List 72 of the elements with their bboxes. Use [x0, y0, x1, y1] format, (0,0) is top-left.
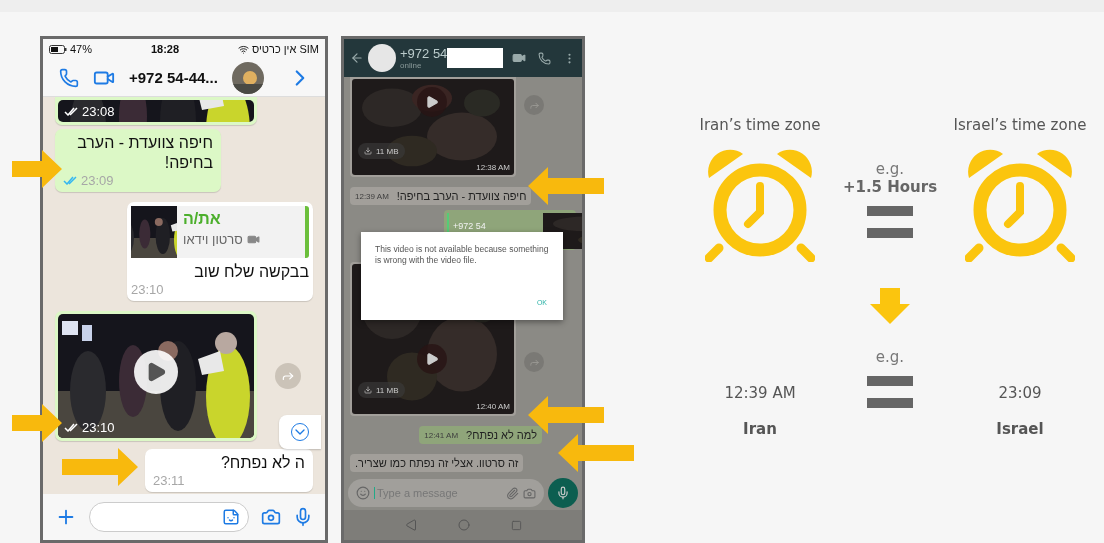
- contact-avatar: [368, 44, 396, 72]
- message-text: ה לא נפתח?: [219, 453, 305, 473]
- equals-icon: [867, 376, 913, 408]
- play-icon: [425, 352, 439, 366]
- call-button[interactable]: [538, 51, 551, 65]
- arrow-icon: [12, 150, 62, 188]
- time-value: 23:09: [998, 384, 1042, 402]
- arrow-icon: [558, 434, 634, 472]
- example-text: e.g.: [875, 160, 905, 178]
- example-text: e.g.: [875, 348, 905, 366]
- message-time: 12:39 AM: [355, 191, 389, 201]
- scroll-down-button[interactable]: [279, 415, 321, 449]
- message-time: 23:09: [81, 173, 114, 188]
- read-ticks-icon: [64, 423, 80, 432]
- quote-author: +972 54: [453, 221, 486, 231]
- arrow-icon: [12, 404, 62, 442]
- download-button[interactable]: 11 MB: [358, 143, 405, 159]
- message-text: זה סרטוו. אצלי זה נפתח כמו שצריר.: [355, 457, 519, 469]
- message-time: 12:40 AM: [476, 402, 510, 411]
- camera-button[interactable]: [261, 507, 281, 527]
- video-call-button[interactable]: [512, 51, 526, 65]
- country-name: Iran: [743, 420, 777, 438]
- quote-text: סרטון וידאו: [183, 232, 243, 247]
- carrier-text: אין כרטיס SIM: [252, 43, 319, 55]
- camera-button[interactable]: [523, 486, 536, 500]
- download-icon: [364, 147, 372, 155]
- microphone-button[interactable]: [293, 507, 313, 527]
- contact-name: +972 54-44...: [129, 69, 218, 86]
- equals-icon: [867, 206, 913, 238]
- message-time: 12:38 AM: [476, 163, 510, 172]
- message-time: 23:10: [82, 420, 115, 435]
- message-time: 23:08: [82, 104, 115, 119]
- message-time: 23:10: [131, 282, 164, 297]
- diagram-label: Iran’s time zone: [699, 116, 821, 134]
- battery-percent: 47%: [70, 43, 93, 55]
- attach-button[interactable]: [506, 486, 519, 500]
- message-time: 12:41 AM: [424, 430, 459, 440]
- back-button[interactable]: [350, 51, 364, 65]
- forward-icon: [281, 369, 295, 383]
- message-text: חיפה צוועדת - הערב בחיפה!: [76, 133, 213, 173]
- wifi-icon: [238, 43, 249, 55]
- offset-text: +1.5 Hours: [842, 178, 938, 196]
- contact-name: +972 54: [400, 46, 448, 61]
- redaction-bar: [447, 48, 504, 68]
- message-text: למה לא נפתח?: [466, 429, 537, 441]
- online-status: online: [400, 61, 423, 70]
- message-text: חיפה צוועדת - הערב בחיפה!: [396, 190, 527, 202]
- battery-icon: [49, 44, 67, 54]
- emoji-button[interactable]: [356, 486, 370, 500]
- play-icon: [425, 95, 439, 109]
- arrow-icon: [528, 167, 604, 205]
- microphone-button[interactable]: [548, 478, 578, 508]
- call-button[interactable]: [59, 67, 79, 88]
- diagram-label: Israel’s time zone: [953, 116, 1087, 134]
- message-text: בבקשה שלח שוב: [193, 262, 309, 282]
- arrow-icon: [62, 448, 138, 486]
- read-ticks-icon: [64, 107, 80, 116]
- quote-author: את/ה: [183, 210, 221, 228]
- contact-avatar: [231, 61, 264, 94]
- dialog-message: This video is not available because something is wrong with the video file.: [375, 244, 549, 266]
- time-value: 12:39 AM: [724, 384, 796, 402]
- microphone-icon: [556, 486, 570, 500]
- status-time: 18:28: [150, 43, 180, 55]
- read-ticks-icon: [63, 176, 79, 185]
- message-field[interactable]: [89, 502, 249, 532]
- sticker-icon[interactable]: [222, 508, 240, 526]
- down-arrow-icon: [870, 288, 910, 324]
- message-time: 23:11: [153, 473, 185, 488]
- download-button[interactable]: 11 MB: [358, 382, 405, 398]
- country-name: Israel: [996, 420, 1044, 438]
- download-icon: [364, 386, 372, 394]
- video-icon: [246, 233, 260, 246]
